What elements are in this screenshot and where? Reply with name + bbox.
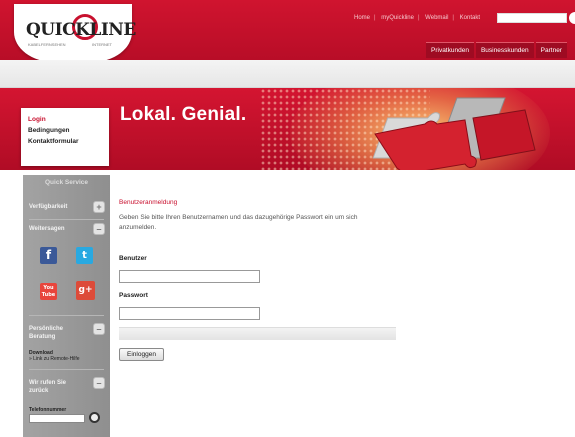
main-tabs: Privatkunden Businesskunden Partner [426, 42, 567, 58]
username-input[interactable] [119, 270, 260, 283]
sidebar-item-verfuegbarkeit[interactable]: Verfügbarkeit + [29, 199, 105, 217]
sidebar-item-label: Verfügbarkeit [29, 204, 68, 210]
form-title: Benutzeranmeldung [119, 199, 178, 206]
form-intro-text: Geben Sie bitte Ihren Benutzernamen und … [119, 214, 358, 231]
quick-service-sidebar: Quick Service Verfügbarkeit + Weitersage… [23, 175, 110, 437]
topnav-webmail[interactable]: Webmail [425, 15, 448, 21]
topnav-home[interactable]: Home [354, 15, 370, 21]
facebook-icon[interactable]: f [40, 247, 57, 264]
form-divider-bar [119, 327, 396, 340]
minus-icon[interactable]: – [93, 223, 105, 235]
site-header: QUICKLINE KABELFERNSEHEN INTERNET Home | … [0, 0, 575, 62]
quickline-logo[interactable]: QUICKLINE KABELFERNSEHEN INTERNET [14, 4, 136, 62]
sidebar-item-label: Persönliche Beratung [29, 326, 64, 340]
topnav-kontakt[interactable]: Kontakt [460, 15, 480, 21]
sidebar-divider [29, 315, 104, 316]
youtube-icon[interactable]: You Tube [40, 283, 57, 300]
logo-subtitle-right: INTERNET [92, 42, 112, 47]
login-button[interactable]: Einloggen [119, 348, 164, 361]
tab-partner[interactable]: Partner [535, 42, 567, 58]
banner-slogan: Lokal. Genial. [120, 104, 247, 125]
minus-icon[interactable]: – [93, 323, 105, 335]
tab-privatkunden[interactable]: Privatkunden [426, 42, 474, 58]
topnav-separator: | [452, 15, 454, 21]
password-input[interactable] [119, 307, 260, 320]
menu-item-kontaktformular[interactable]: Kontaktformular [28, 136, 102, 147]
sidebar-item-rueckruf[interactable]: Wir rufen Sie zurück – [29, 375, 105, 397]
password-label: Passwort [119, 292, 148, 299]
topnav-separator: | [417, 15, 420, 21]
sidebar-title: Quick Service [45, 179, 88, 186]
sidebar-divider [29, 369, 104, 370]
twitter-icon[interactable]: t [76, 247, 93, 264]
login-menu: Login Bedingungen Kontaktformular [21, 108, 109, 166]
logo-subtitle-left: KABELFERNSEHEN [28, 42, 66, 47]
menu-item-login[interactable]: Login [28, 114, 102, 125]
phone-label: Telefonnummer [29, 407, 67, 413]
logo-text: QUICKLINE [26, 20, 136, 40]
username-label: Benutzer [119, 255, 147, 262]
top-navigation: Home | myQuickline | Webmail | Kontakt [352, 15, 482, 21]
search-input[interactable] [497, 13, 567, 23]
phone-submit-icon[interactable] [89, 412, 100, 423]
puzzle-pieces-image [372, 97, 536, 170]
topnav-myquickline[interactable]: myQuickline [381, 15, 414, 21]
topnav-separator: | [374, 15, 376, 21]
sidebar-item-label: Wir rufen Sie zurück [29, 380, 66, 394]
menu-item-bedingungen[interactable]: Bedingungen [28, 125, 102, 136]
phone-input[interactable] [29, 414, 85, 423]
sidebar-item-label: Weitersagen [29, 226, 65, 232]
remote-help-link[interactable]: » Link zu Remote-Hilfe [29, 356, 80, 362]
sidebar-item-weitersagen[interactable]: Weitersagen – [29, 221, 105, 239]
sidebar-divider [29, 219, 104, 220]
grey-nav-band [0, 60, 575, 88]
tab-businesskunden[interactable]: Businesskunden [475, 42, 534, 58]
search-icon[interactable] [569, 12, 575, 24]
plus-icon[interactable]: + [93, 201, 105, 213]
minus-icon[interactable]: – [93, 377, 105, 389]
sidebar-item-beratung[interactable]: Persönliche Beratung – [29, 321, 105, 347]
google-plus-icon[interactable]: g+ [76, 281, 95, 300]
